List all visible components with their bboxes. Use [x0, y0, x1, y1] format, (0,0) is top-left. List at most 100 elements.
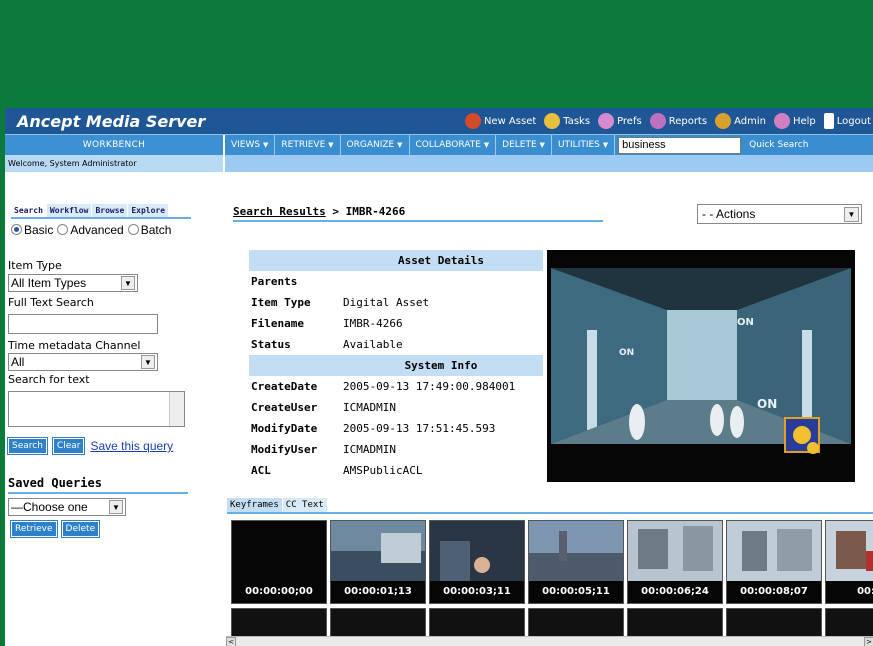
breadcrumb: Search Results > IMBR-4266	[233, 205, 406, 218]
menus: VIEWS ▼ RETRIEVE ▼ ORGANIZE ▼ COLLABORAT…	[225, 135, 808, 155]
welcome-text: Welcome, System Administrator	[5, 155, 225, 172]
menu-organize[interactable]: ORGANIZE ▼	[341, 135, 410, 155]
keyframe-thumbnail[interactable]: 00:00:03;11	[429, 520, 525, 604]
table-row: ModifyDate 2005-09-13 17:51:45.593	[251, 422, 496, 435]
tab-keyframes[interactable]: Keyframes	[227, 498, 282, 512]
new-asset-icon	[464, 113, 481, 129]
quick-search-input[interactable]	[618, 136, 742, 154]
chevron-down-icon: ▼	[397, 141, 403, 149]
asset-details-header: Asset Details	[341, 250, 543, 271]
tab-cc-text[interactable]: CC Text	[282, 498, 327, 512]
item-type-label: Item Type	[8, 259, 62, 272]
search-mode: Basic Advanced Batch	[11, 223, 225, 237]
menu-collaborate[interactable]: COLLABORATE ▼	[410, 135, 497, 155]
keyframe-thumbnail[interactable]: 00:00:00;00	[231, 520, 327, 604]
actions-select[interactable]: - - Actions ▼	[697, 204, 862, 224]
saved-queries-select[interactable]: —Choose one ▼	[8, 498, 126, 516]
tasks-link[interactable]: Tasks	[544, 113, 590, 129]
prefs-link[interactable]: Prefs	[598, 113, 642, 129]
tab-explore[interactable]: Explore	[128, 204, 169, 217]
quick-search-button[interactable]: Quick Search	[741, 140, 808, 150]
table-row: CreateDate 2005-09-13 17:49:00.984001	[251, 380, 516, 393]
table-row: Parents	[251, 275, 298, 288]
video-frame-image: ON ON ON	[547, 250, 855, 482]
left-panel: Search Workflow Browse Explore Basic Adv…	[5, 172, 225, 646]
tasks-icon	[544, 113, 561, 129]
app-title: Ancept Media Server	[17, 111, 206, 131]
delete-button[interactable]: Delete	[60, 520, 101, 538]
keyframe-thumbnail[interactable]: 00:00:01;13	[330, 520, 426, 604]
chevron-down-icon: ▼	[602, 141, 609, 149]
admin-link[interactable]: Admin	[715, 113, 766, 129]
radio-basic[interactable]: Basic	[11, 223, 53, 237]
svg-text:ON: ON	[737, 317, 754, 328]
radio-batch[interactable]: Batch	[127, 223, 171, 237]
item-type-select[interactable]: All Item Types ▼	[8, 274, 138, 292]
chevron-down-icon: ▼	[141, 355, 155, 369]
scroll-left-icon[interactable]: <	[226, 637, 236, 646]
prefs-icon	[598, 113, 615, 129]
welcome-bar: Welcome, System Administrator	[5, 155, 873, 172]
menu-bar: WORKBENCH VIEWS ▼ RETRIEVE ▼ ORGANIZE ▼ …	[5, 134, 873, 155]
search-tabs: Search Workflow Browse Explore	[11, 204, 191, 219]
keyframe-tabs: Keyframes CC Text	[227, 498, 873, 514]
main-panel: Search Results > IMBR-4266 - - Actions ▼ …	[225, 172, 873, 646]
chevron-down-icon: ▼	[328, 141, 334, 149]
search-button[interactable]: Search	[7, 437, 48, 455]
tab-browse[interactable]: Browse	[92, 204, 128, 217]
horizontal-scrollbar[interactable]: < >	[226, 636, 873, 646]
menu-retrieve[interactable]: RETRIEVE ▼	[275, 135, 341, 155]
search-results-link[interactable]: Search Results	[233, 205, 326, 218]
radio-checked-icon	[11, 224, 22, 235]
table-row: Item Type Digital Asset	[251, 296, 430, 309]
table-row: Filename IMBR-4266	[251, 317, 403, 330]
chevron-down-icon: ▼	[844, 206, 859, 222]
clear-button[interactable]: Clear	[51, 437, 86, 455]
video-preview[interactable]: ON ON ON	[547, 250, 855, 482]
new-asset-link[interactable]: New Asset	[464, 113, 536, 129]
keyframe-thumbnail[interactable]: 00:00:08;07	[726, 520, 822, 604]
title-bar: Ancept Media Server New Asset Tasks Pref…	[5, 108, 873, 134]
asset-details-table: Asset Details Parents Item Type Digital A…	[249, 250, 543, 481]
full-text-input[interactable]	[8, 314, 158, 334]
app-window: Ancept Media Server New Asset Tasks Pref…	[5, 108, 873, 646]
help-icon	[773, 113, 790, 129]
table-row: ModifyUser ICMADMIN	[251, 443, 396, 456]
scroll-right-icon[interactable]: >	[864, 637, 873, 646]
keyframe-thumbnail[interactable]: 00:00	[825, 520, 873, 604]
radio-icon	[127, 224, 139, 235]
keyframe-thumbnail[interactable]: 00:00:05;11	[528, 520, 624, 604]
workbench-label[interactable]: WORKBENCH	[5, 135, 225, 155]
chevron-down-icon: ▼	[109, 500, 123, 514]
logout-link[interactable]: Logout	[823, 113, 871, 129]
menu-utilities[interactable]: UTILITIES ▼	[552, 135, 616, 155]
scrollbar[interactable]	[169, 392, 184, 426]
help-link[interactable]: Help	[773, 113, 816, 129]
time-metadata-label: Time metadata Channel	[8, 339, 141, 352]
keyframe-strip: 00:00:00;00 00:00:01;13 00:00:03;11 00:0…	[231, 518, 873, 646]
admin-icon	[715, 113, 732, 129]
svg-text:ON: ON	[619, 348, 634, 358]
time-metadata-select[interactable]: All ▼	[8, 353, 158, 371]
top-links: New Asset Tasks Prefs Reports Admin Help…	[225, 113, 873, 129]
tab-workflow[interactable]: Workflow	[46, 204, 92, 217]
logout-icon	[823, 113, 834, 129]
table-row: CreateUser ICMADMIN	[251, 401, 396, 414]
full-text-label: Full Text Search	[8, 296, 94, 309]
chevron-down-icon: ▼	[121, 276, 135, 290]
keyframe-thumbnail[interactable]: 00:00:06;24	[627, 520, 723, 604]
reports-icon	[649, 113, 666, 129]
radio-icon	[57, 224, 69, 235]
chevron-down-icon: ▼	[539, 141, 545, 149]
reports-link[interactable]: Reports	[649, 113, 707, 129]
radio-advanced[interactable]: Advanced	[57, 223, 124, 237]
menu-delete[interactable]: DELETE ▼	[496, 135, 552, 155]
menu-views[interactable]: VIEWS ▼	[225, 135, 276, 155]
table-row: Status Available	[251, 338, 403, 351]
retrieve-button[interactable]: Retrieve	[10, 520, 58, 538]
tab-search[interactable]: Search	[11, 204, 46, 217]
system-info-header: System Info	[341, 355, 543, 376]
search-text-area[interactable]	[8, 391, 185, 427]
chevron-down-icon: ▼	[483, 141, 490, 149]
save-query-link[interactable]: Save this query	[90, 439, 173, 453]
